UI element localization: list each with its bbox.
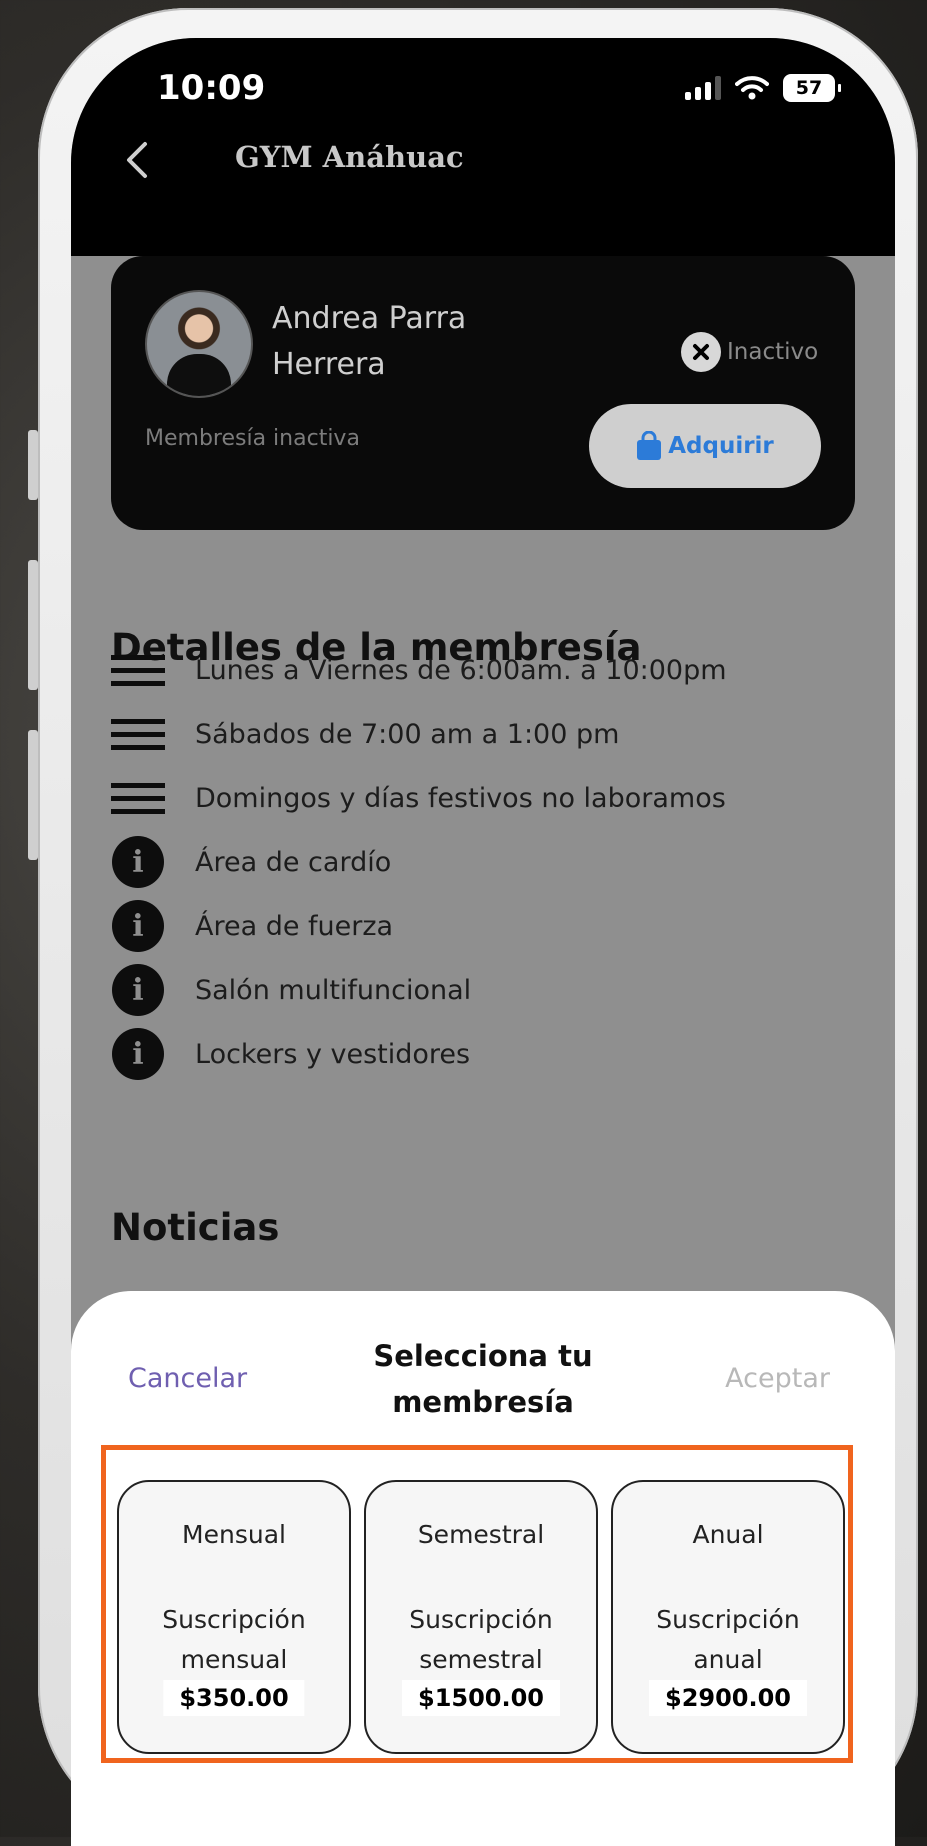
shopping-bag-icon [637, 431, 662, 460]
list-item-text: Área de fuerza [195, 910, 394, 942]
info-icon: i [112, 900, 164, 952]
info-icon: i [112, 964, 164, 1016]
list-item: Sábados de 7:00 am a 1:00 pm [111, 707, 619, 761]
accept-button[interactable]: Aceptar [725, 1363, 830, 1394]
list-item-text: Sábados de 7:00 am a 1:00 pm [195, 718, 620, 750]
list-item-text: Lunes a Viernes de 6:00am. a 10:00pm [195, 654, 727, 686]
volume-up-button [28, 560, 38, 690]
back-arrow-icon[interactable] [117, 138, 161, 182]
sheet-title-line2: membresía [392, 1385, 574, 1419]
user-name: Andrea Parra Herrera [272, 296, 572, 388]
membership-status: Membresía inactiva [145, 426, 360, 451]
list-item: i Área de cardío [111, 835, 391, 889]
membership-option-semestral[interactable]: Semestral Suscripción semestral $1500.00 [364, 1480, 598, 1754]
status-time: 10:09 [157, 68, 266, 108]
news-heading: Noticias [111, 1206, 280, 1249]
option-desc-line1: Suscripción [162, 1605, 306, 1634]
option-price: $2900.00 [648, 1680, 808, 1716]
volume-down-button [28, 730, 38, 860]
list-item-text: Lockers y vestidores [195, 1038, 471, 1070]
profile-card: Andrea Parra Herrera Inactivo Membresía … [111, 256, 855, 530]
option-name: Semestral [417, 1520, 545, 1549]
page-title: GYM Anáhuac [235, 140, 464, 174]
status-badge: Inactivo [681, 332, 818, 372]
list-item: i Área de fuerza [111, 899, 393, 953]
sheet-title: Selecciona tu membresía [321, 1333, 645, 1425]
info-icon: i [112, 1028, 164, 1080]
status-label: Inactivo [727, 339, 819, 365]
option-price: $1500.00 [401, 1680, 561, 1716]
option-description: Suscripción mensual [119, 1600, 349, 1680]
menu-icon [111, 654, 165, 686]
menu-icon [111, 782, 165, 814]
option-name: Mensual [182, 1520, 286, 1549]
mute-switch [28, 430, 38, 500]
user-name-line2: Herrera [272, 347, 386, 382]
option-desc-line2: mensual [180, 1645, 288, 1674]
option-desc-line1: Suscripción [656, 1605, 800, 1634]
membership-picker-sheet: Cancelar Selecciona tu membresía Aceptar… [71, 1291, 895, 1846]
acquire-label: Adquirir [668, 433, 774, 459]
option-desc-line1: Suscripción [409, 1605, 553, 1634]
list-item-text: Salón multifuncional [195, 974, 472, 1006]
info-icon: i [112, 836, 164, 888]
option-desc-line2: anual [693, 1645, 763, 1674]
status-icons: 57 [685, 74, 841, 102]
option-price: $350.00 [163, 1680, 305, 1716]
avatar [145, 290, 253, 398]
signal-icon [685, 76, 721, 100]
user-name-line1: Andrea Parra [272, 301, 467, 336]
cancel-button[interactable]: Cancelar [128, 1363, 247, 1394]
list-item: i Lockers y vestidores [111, 1027, 470, 1081]
membership-option-mensual[interactable]: Mensual Suscripción mensual $350.00 [117, 1480, 351, 1754]
wifi-icon [735, 76, 769, 100]
menu-icon [111, 718, 165, 750]
option-name: Anual [692, 1520, 764, 1549]
option-desc-line2: semestral [419, 1645, 543, 1674]
membership-option-anual[interactable]: Anual Suscripción anual $2900.00 [611, 1480, 845, 1754]
sheet-title-line1: Selecciona tu [373, 1339, 593, 1373]
list-item: Lunes a Viernes de 6:00am. a 10:00pm [111, 643, 727, 697]
close-circle-icon [681, 332, 721, 372]
list-item: Domingos y días festivos no laboramos [111, 771, 726, 825]
phone-screen: 10:09 57 GYM Anáhuac Andrea Parra Herrer… [71, 38, 895, 1846]
list-item: i Salón multifuncional [111, 963, 471, 1017]
top-bar: 10:09 57 GYM Anáhuac [71, 38, 895, 256]
list-item-text: Área de cardío [195, 846, 392, 878]
list-item-text: Domingos y días festivos no laboramos [195, 782, 726, 814]
option-description: Suscripción semestral [366, 1600, 596, 1680]
acquire-button[interactable]: Adquirir [589, 404, 821, 488]
battery-icon: 57 [783, 74, 841, 102]
option-description: Suscripción anual [613, 1600, 843, 1680]
